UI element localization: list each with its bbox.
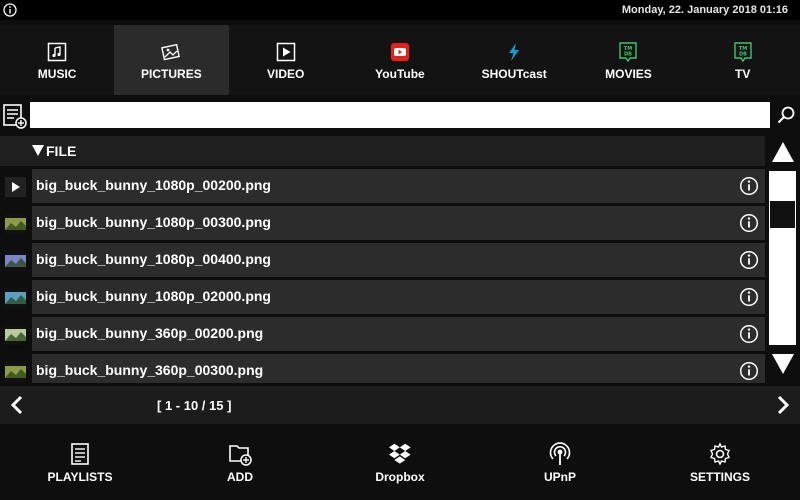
tab-shoutcast[interactable]: SHOUTcast [457,25,571,95]
settings-button[interactable]: SETTINGS [640,428,800,500]
pager: [ 1 - 10 / 15 ] [0,386,800,424]
playlists-button[interactable]: PLAYLISTS [0,428,160,500]
tmdb-movies-icon: TM DB [619,42,638,62]
settings-icon [710,442,730,466]
list-item[interactable]: big_buck_bunny_1080p_02000.png [0,280,765,314]
list-item[interactable]: big_buck_bunny_1080p_00200.png [0,169,765,203]
scroll-up-arrow-icon[interactable] [770,138,796,166]
page-range-label: [ 1 - 10 / 15 ] [157,398,232,413]
file-list: big_buck_bunny_1080p_00200.png big_buck_b… [0,169,765,383]
tab-movies[interactable]: TM DB MOVIES [571,25,685,95]
sort-desc-icon [32,145,44,156]
scroll-down-arrow-icon[interactable] [770,350,796,378]
landscape-icon [5,258,26,267]
tab-label: SHOUTcast [481,67,547,81]
landscape-thumbnail [5,214,26,234]
youtube-icon [390,43,409,61]
add-button[interactable]: ADD [160,428,320,500]
file-name: big_buck_bunny_360p_00300.png [36,362,264,378]
chevron-right-icon[interactable] [772,395,792,415]
landscape-icon [5,295,26,304]
info-icon[interactable] [739,324,759,344]
tab-label: YouTube [375,67,425,81]
dropbox-button[interactable]: Dropbox [320,428,480,500]
landscape-icon [5,332,26,341]
landscape-thumbnail [5,251,26,271]
scrollbar-track[interactable] [769,171,796,345]
tab-label: MUSIC [37,67,77,81]
add-folder-icon [229,445,252,466]
list-item-body[interactable]: big_buck_bunny_1080p_00200.png [32,169,765,203]
search-row [0,99,800,133]
tmdb-tv-icon: TM DB [734,42,752,62]
tab-label: TV [735,67,751,81]
video-icon [276,42,295,62]
bottom-label: PLAYLISTS [47,470,113,484]
tab-youtube[interactable]: YouTube [343,25,457,95]
scrollbar-thumb[interactable] [770,201,795,228]
datetime-label: Monday, 22. January 2018 01:16 [621,4,788,16]
tab-music[interactable]: MUSIC [0,25,114,95]
file-header-label: FILE [46,143,77,159]
dropbox-icon [389,443,411,464]
landscape-icon [5,369,26,378]
landscape-thumbnail [5,362,26,382]
tab-tv[interactable]: TM DB TV [686,25,800,95]
list-item[interactable]: big_buck_bunny_360p_00200.png [0,317,765,351]
file-name: big_buck_bunny_1080p_00400.png [36,251,271,267]
file-column-header[interactable]: FILE [0,136,765,166]
list-item[interactable]: big_buck_bunny_1080p_00300.png [0,206,765,240]
file-name: big_buck_bunny_1080p_00200.png [36,177,271,193]
status-bar: Monday, 22. January 2018 01:16 [0,0,800,20]
tab-video[interactable]: VIDEO [229,25,343,95]
bottom-label: ADD [227,470,253,484]
chevron-left-icon[interactable] [8,395,28,415]
tab-label: VIDEO [266,67,305,81]
list-item-body[interactable]: big_buck_bunny_1080p_00400.png [32,243,765,277]
info-icon[interactable] [739,250,759,270]
landscape-icon [5,221,26,230]
shoutcast-icon [509,43,520,61]
search-icon[interactable] [776,105,796,125]
play-thumbnail [5,177,26,197]
tab-label: MOVIES [605,67,652,81]
upnp-icon [549,442,571,465]
upnp-button[interactable]: UPnP [480,428,640,500]
search-input[interactable] [30,102,770,128]
play-icon [5,177,26,197]
list-item-body[interactable]: big_buck_bunny_1080p_00300.png [32,206,765,240]
list-item-body[interactable]: big_buck_bunny_1080p_02000.png [32,280,765,314]
bottom-label: Dropbox [375,470,425,484]
info-icon[interactable] [739,287,759,307]
info-icon[interactable] [739,361,759,381]
file-name: big_buck_bunny_1080p_00300.png [36,214,271,230]
music-icon [47,42,67,62]
bottom-label: SETTINGS [689,470,750,484]
main-tabs: MUSIC PICTURES VIDEO YouTube SHOUTcast T… [0,25,800,95]
bottom-bar: PLAYLISTS ADD Dropbox UPnP SETTINGS [0,428,800,500]
list-item-body[interactable]: big_buck_bunny_360p_00200.png [32,317,765,351]
playlist-icon [71,443,89,465]
info-icon[interactable] [739,176,759,196]
pictures-icon [161,43,181,61]
tab-pictures[interactable]: PICTURES [114,25,229,95]
svg-text:DB: DB [739,52,747,58]
landscape-thumbnail [5,325,26,345]
landscape-thumbnail [5,288,26,308]
bottom-label: UPnP [543,470,576,484]
file-name: big_buck_bunny_1080p_02000.png [36,288,271,304]
file-name: big_buck_bunny_360p_00200.png [36,325,264,341]
tab-label: PICTURES [141,67,202,81]
svg-text:DB: DB [624,52,632,58]
list-item[interactable]: big_buck_bunny_1080p_00400.png [0,243,765,277]
info-icon[interactable] [3,3,17,17]
info-icon[interactable] [739,213,759,233]
list-item[interactable]: big_buck_bunny_360p_00300.png [0,354,765,383]
list-item-body[interactable]: big_buck_bunny_360p_00300.png [32,354,765,383]
playlist-add-icon[interactable] [2,102,28,130]
